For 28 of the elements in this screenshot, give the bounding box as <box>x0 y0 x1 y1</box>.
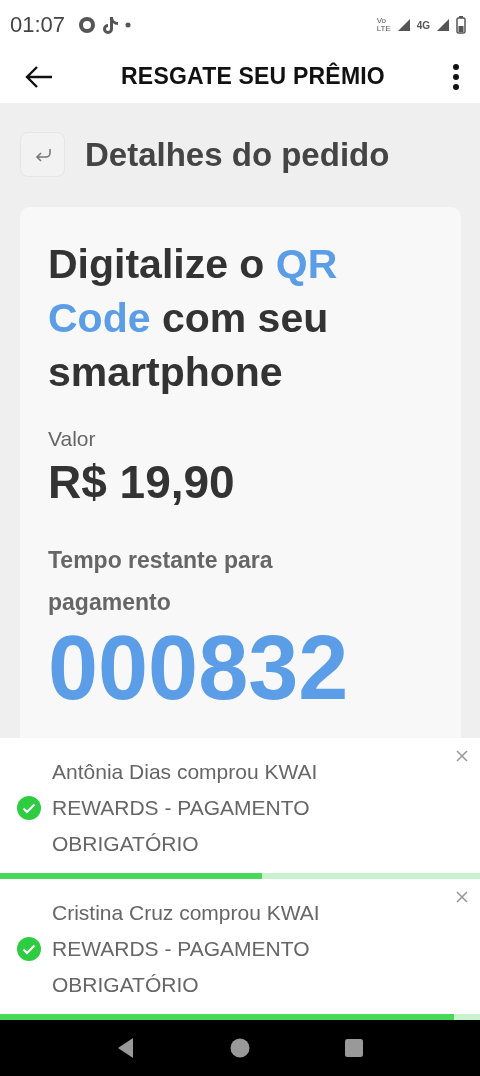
volte-label: Vo LTE <box>376 17 391 33</box>
check-icon <box>17 937 41 961</box>
headline: Digitalize o QR Code com seu smartphone <box>48 240 339 397</box>
value-label: Valor <box>48 427 97 451</box>
countdown-timer: 000832 <box>48 623 350 713</box>
close-icon[interactable] <box>456 891 468 903</box>
signal-icon <box>436 18 450 32</box>
dot-icon <box>125 22 132 28</box>
signal-icon <box>396 18 411 32</box>
app-notification-icon <box>77 15 98 35</box>
back-icon[interactable] <box>117 1037 136 1059</box>
timer-label: Tempo restante para pagamento <box>48 546 274 617</box>
price: R$ 19,90 <box>48 455 236 509</box>
section-title: Detalhes do pedido <box>85 135 390 174</box>
recents-icon[interactable] <box>344 1039 363 1057</box>
music-note-icon <box>103 15 120 35</box>
notification-message: Antônia Dias comprou KWAI REWARDS - PAGAMENTO OBRIGATÓRIO <box>52 759 319 857</box>
check-icon <box>17 796 41 820</box>
notification-message: Cristina Cruz comprou KWAI REWARDS - PAGAMENTO OBRIGATÓRIO <box>52 900 321 998</box>
network-label: 4G <box>416 19 430 31</box>
back-arrow-icon[interactable] <box>24 64 54 89</box>
battery-icon <box>456 16 466 34</box>
home-icon[interactable] <box>230 1038 250 1058</box>
status-time: 01:07 <box>10 12 66 38</box>
close-icon[interactable] <box>456 750 468 762</box>
return-icon <box>33 147 52 162</box>
more-options-icon[interactable] <box>452 62 460 91</box>
page-title: RESGATE SEU PRÊMIO <box>120 63 386 90</box>
